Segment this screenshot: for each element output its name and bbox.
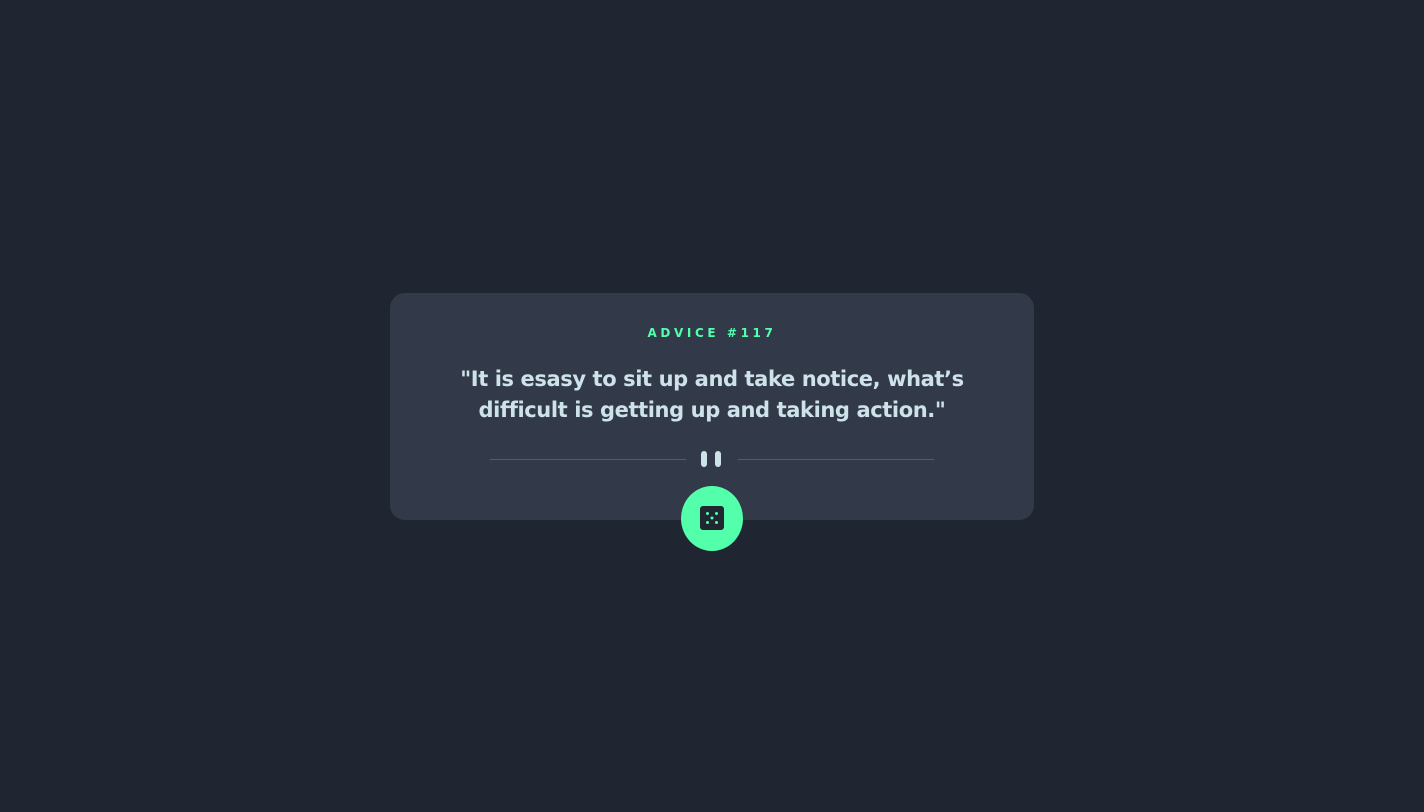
advice-quote: "It is esasy to sit up and take notice, … [460, 367, 964, 422]
pause-bar-left [701, 451, 707, 467]
page: ADVICE #117 "It is esasy to sit up and t… [0, 0, 1424, 812]
new-advice-button[interactable] [681, 486, 743, 551]
dice-icon [700, 506, 724, 530]
pause-icon [701, 451, 723, 467]
advice-number: ADVICE #117 [647, 326, 777, 340]
divider-line-right [738, 459, 934, 460]
pause-bar-right [715, 451, 721, 467]
divider-line-left [490, 459, 686, 460]
